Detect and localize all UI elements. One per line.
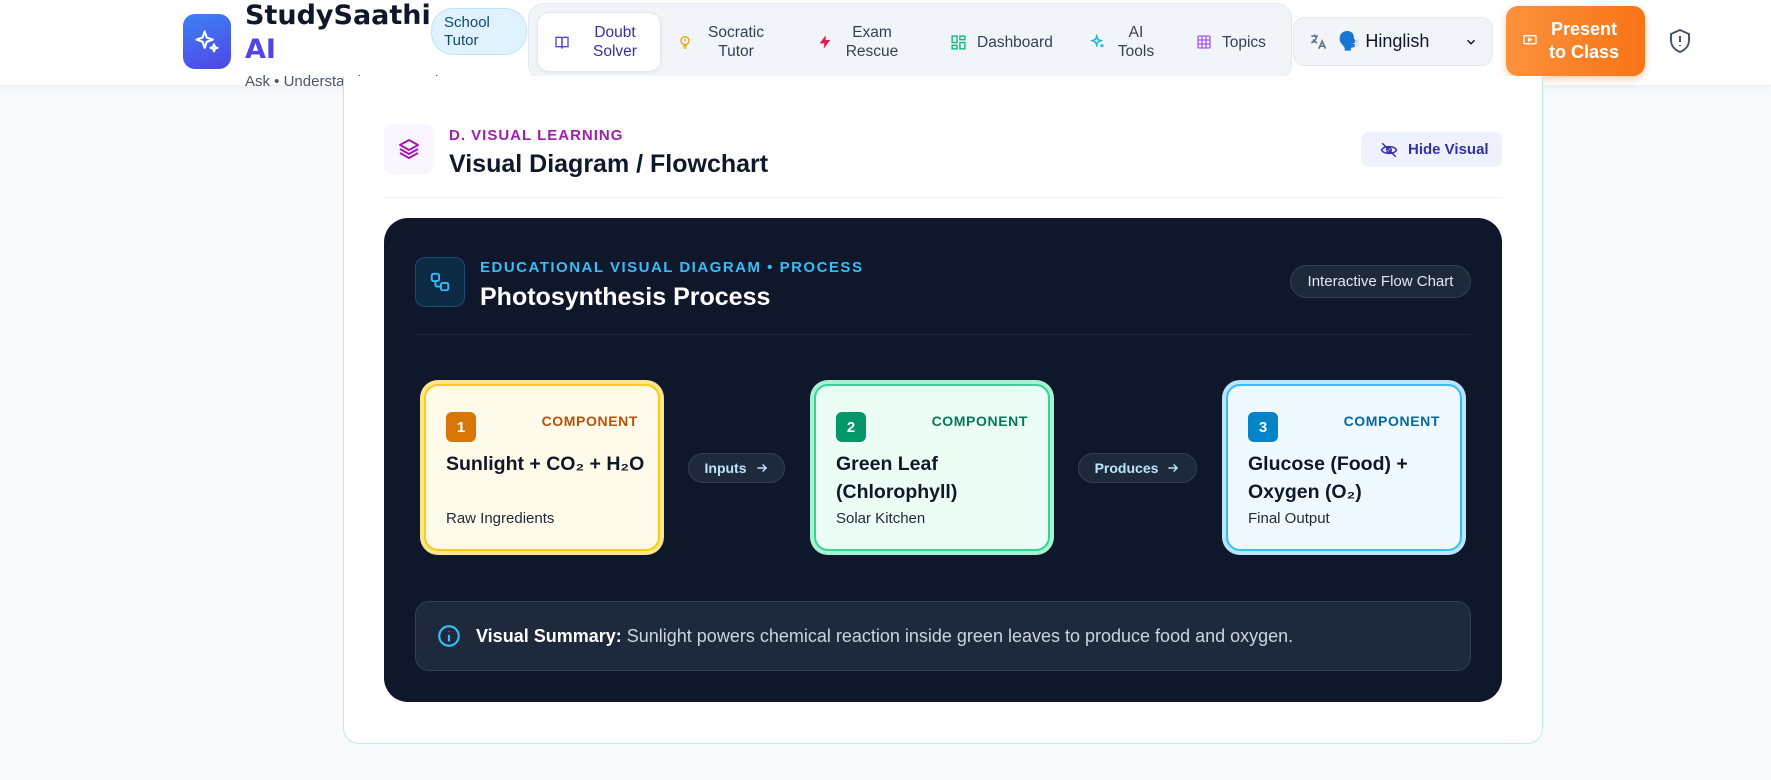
eye-off-icon bbox=[1380, 142, 1398, 157]
flow-connector-inputs: Inputs bbox=[688, 453, 785, 483]
logo[interactable] bbox=[183, 14, 231, 69]
arrow-right-icon bbox=[1168, 463, 1179, 473]
visual-summary: Visual Summary: Sunlight powers chemical… bbox=[415, 601, 1471, 671]
present-to-class-button[interactable]: Present to Class bbox=[1506, 6, 1645, 76]
diagram-title: Photosynthesis Process bbox=[480, 283, 771, 311]
presentation-icon bbox=[1523, 35, 1537, 45]
diagram-eyebrow: EDUCATIONAL VISUAL DIAGRAM • PROCESS bbox=[480, 259, 864, 276]
node-number: 2 bbox=[836, 412, 866, 442]
hide-visual-label: Hide Visual bbox=[1408, 141, 1489, 158]
node-number: 3 bbox=[1248, 412, 1278, 442]
flow-node-body: 1 COMPONENT Sunlight + CO₂ + H₂O Raw Ing… bbox=[424, 384, 660, 551]
main-nav: Doubt Solver Socratic Tutor Exam Rescue … bbox=[528, 3, 1292, 80]
connector-label: Inputs bbox=[704, 460, 747, 476]
top-header: StudySaathi AI Ask • Understand • See • … bbox=[0, 0, 1771, 90]
brand-title: StudySaathi bbox=[245, 0, 431, 31]
nav-doubt-solver[interactable]: Doubt Solver bbox=[537, 12, 661, 72]
nav-label: Doubt Solver bbox=[593, 24, 637, 60]
flow-connector-produces: Produces bbox=[1078, 453, 1197, 483]
nav-topics[interactable]: Topics bbox=[1196, 12, 1276, 72]
flow-node-1[interactable]: 1 COMPONENT Sunlight + CO₂ + H₂O Raw Ing… bbox=[420, 380, 664, 555]
node-subtitle: Solar Kitchen bbox=[836, 510, 926, 527]
layers-icon bbox=[399, 139, 419, 159]
nav-ai-tools[interactable]: AI Tools bbox=[1090, 12, 1160, 72]
book-icon bbox=[555, 36, 569, 50]
nav-label: Topics bbox=[1222, 33, 1266, 51]
flowchart-icon bbox=[430, 272, 450, 292]
flow-node-body: 2 COMPONENT Green Leaf (Chlorophyll) Sol… bbox=[814, 384, 1050, 551]
diagram-divider bbox=[415, 334, 1471, 335]
shield-icon[interactable] bbox=[1668, 28, 1692, 54]
nav-label: Socratic Tutor bbox=[708, 24, 764, 60]
nav-label: AI Tools bbox=[1117, 24, 1155, 60]
school-tutor-badge: School Tutor bbox=[431, 8, 527, 55]
node-name: Glucose (Food) + Oxygen (O₂) bbox=[1248, 453, 1408, 503]
language-value: 🗣️ Hinglish bbox=[1338, 31, 1430, 51]
flow-node-2[interactable]: 2 COMPONENT Green Leaf (Chlorophyll) Sol… bbox=[810, 380, 1054, 555]
interactive-flow-chip: Interactive Flow Chart bbox=[1290, 265, 1471, 298]
nav-label: Exam Rescue bbox=[845, 24, 899, 60]
sparkle-logo-icon bbox=[195, 29, 219, 52]
node-tag: COMPONENT bbox=[931, 413, 1028, 429]
grid-icon bbox=[951, 34, 966, 50]
brand-suffix: AI bbox=[245, 34, 276, 65]
chevron-down-icon bbox=[1466, 39, 1476, 45]
section-title: Visual Diagram / Flowchart bbox=[449, 150, 769, 178]
lightning-icon bbox=[819, 35, 831, 49]
node-subtitle: Raw Ingredients bbox=[446, 510, 555, 527]
flow-icon-badge bbox=[415, 257, 465, 307]
info-icon bbox=[438, 625, 460, 647]
node-name: Sunlight + CO₂ + H₂O bbox=[446, 453, 645, 475]
hide-visual-button[interactable]: Hide Visual bbox=[1361, 132, 1502, 167]
nav-socratic-tutor[interactable]: Socratic Tutor bbox=[677, 12, 787, 72]
language-select[interactable]: 🗣️ Hinglish bbox=[1293, 17, 1493, 66]
nav-dashboard[interactable]: Dashboard bbox=[950, 12, 1060, 72]
node-subtitle: Final Output bbox=[1248, 510, 1330, 527]
section-divider bbox=[384, 197, 1502, 198]
lightbulb-icon bbox=[680, 36, 690, 49]
nav-exam-rescue[interactable]: Exam Rescue bbox=[817, 12, 917, 72]
arrow-right-icon bbox=[756, 463, 767, 473]
layers-icon-badge bbox=[384, 124, 434, 174]
brand-name: StudySaathi AI bbox=[245, 0, 431, 67]
summary-text: Sunlight powers chemical reaction inside… bbox=[626, 625, 1294, 646]
sparkle-icon bbox=[1090, 34, 1104, 48]
node-tag: COMPONENT bbox=[541, 413, 638, 429]
node-number: 1 bbox=[446, 412, 476, 442]
flow-node-body: 3 COMPONENT Glucose (Food) + Oxygen (O₂)… bbox=[1226, 384, 1462, 551]
table-icon bbox=[1197, 35, 1211, 49]
present-label: Present to Class bbox=[1548, 19, 1620, 62]
summary-label: Visual Summary: bbox=[476, 625, 622, 646]
flow-node-3[interactable]: 3 COMPONENT Glucose (Food) + Oxygen (O₂)… bbox=[1222, 380, 1466, 555]
node-name: Green Leaf (Chlorophyll) bbox=[836, 453, 958, 503]
translate-icon bbox=[1311, 34, 1327, 49]
connector-label: Produces bbox=[1094, 460, 1159, 476]
nav-label: Dashboard bbox=[977, 33, 1053, 51]
node-tag: COMPONENT bbox=[1343, 413, 1440, 429]
section-eyebrow: D. VISUAL LEARNING bbox=[449, 127, 624, 144]
